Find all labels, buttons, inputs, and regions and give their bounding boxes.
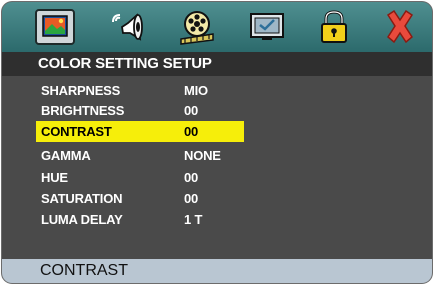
menu-item-value: 1 T — [184, 212, 203, 227]
menu-item-saturation[interactable]: SATURATION 00 — [36, 188, 244, 209]
page-title: COLOR SETTING SETUP — [38, 55, 212, 72]
password-settings-button[interactable] — [314, 9, 354, 45]
menu-item-value: NONE — [184, 148, 221, 163]
menu-item-value: 00 — [184, 191, 199, 206]
preference-settings-button[interactable] — [247, 9, 287, 45]
menu-item-label: SHARPNESS — [41, 83, 121, 98]
menu-item-value: 00 — [184, 103, 199, 118]
status-bar: CONTRAST — [2, 259, 432, 283]
status-text: CONTRAST — [40, 262, 128, 279]
menu-item-value: 00 — [184, 170, 199, 185]
menu-item-contrast[interactable]: CONTRAST 00 — [36, 121, 244, 142]
picture-settings-button[interactable] — [35, 9, 75, 45]
menu-item-label: SATURATION — [41, 191, 123, 206]
menu-item-value: 00 — [184, 124, 199, 139]
speaker-icon — [112, 13, 143, 41]
picture-icon — [35, 9, 75, 45]
menu-item-label: LUMA DELAY — [41, 212, 123, 227]
film-reel-icon — [180, 11, 214, 45]
menu-item-gamma[interactable]: GAMMA NONE — [36, 145, 244, 166]
menu-item-label: BRIGHTNESS — [41, 103, 125, 118]
exit-button[interactable] — [380, 9, 420, 45]
lock-icon — [321, 10, 347, 43]
menu-item-hue[interactable]: HUE 00 — [36, 167, 244, 188]
menu-item-luma-delay[interactable]: LUMA DELAY 1 T — [36, 209, 244, 230]
menu-item-label: GAMMA — [41, 148, 91, 163]
menu-item-label: CONTRAST — [41, 124, 112, 139]
video-settings-button[interactable] — [177, 9, 217, 45]
monitor-check-icon — [250, 13, 284, 40]
menu-item-label: HUE — [41, 170, 68, 185]
toolbar — [2, 2, 432, 52]
close-icon — [386, 9, 414, 44]
menu-item-sharpness[interactable]: SHARPNESS MIO — [36, 80, 244, 101]
audio-settings-button[interactable] — [110, 9, 150, 45]
menu-item-value: MIO — [184, 83, 208, 98]
settings-panel: COLOR SETTING SETUP SHARPNESS MIO BRIGHT… — [2, 2, 432, 283]
menu-item-brightness[interactable]: BRIGHTNESS 00 — [36, 100, 244, 121]
